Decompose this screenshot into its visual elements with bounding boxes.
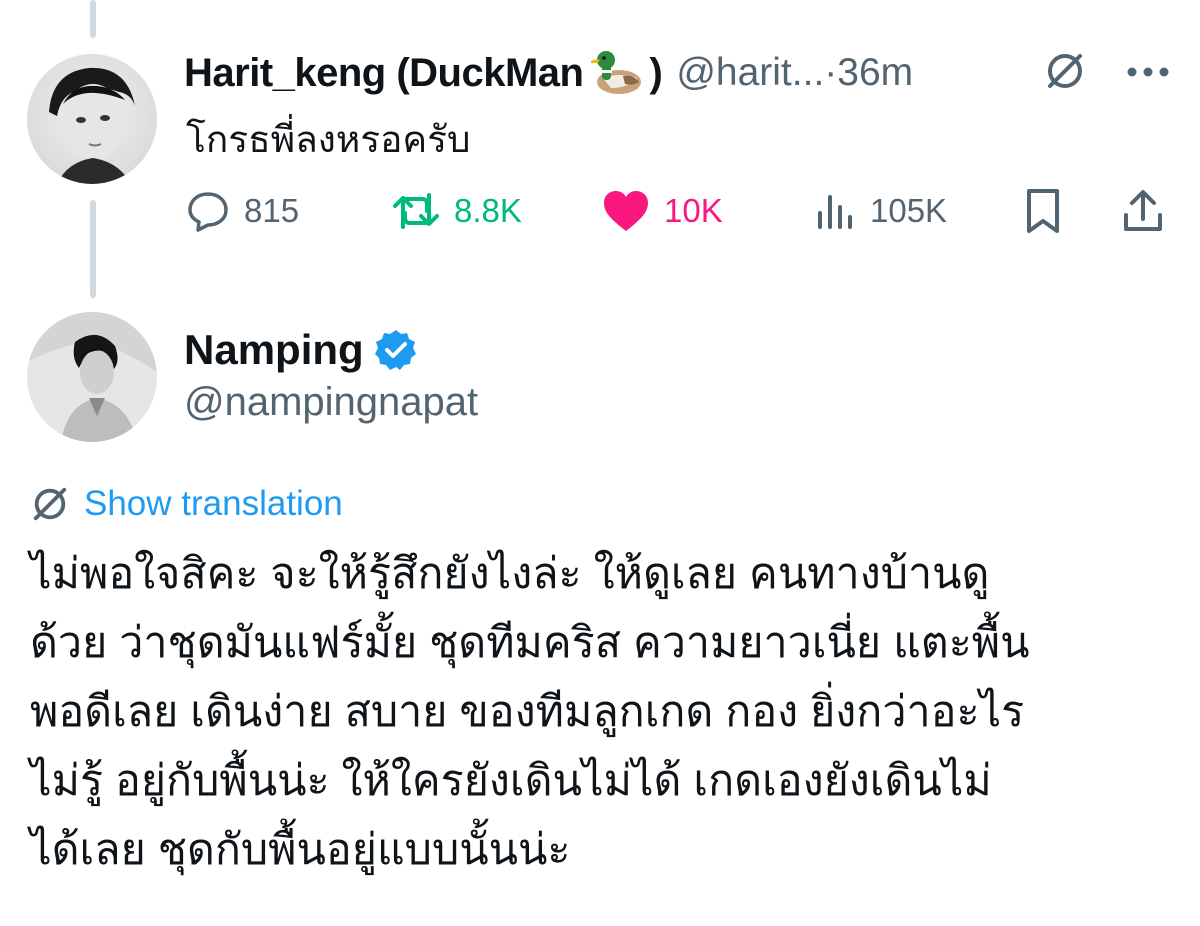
main-tweet-line: พอดีเลย เดินง่าย สบาย ของทีมลูกเกด กอง ย…: [30, 688, 1025, 736]
like-count: 10K: [664, 192, 723, 229]
bookmark-button[interactable]: [1024, 184, 1062, 238]
more-icon[interactable]: [1126, 65, 1170, 83]
duck-emoji: [589, 48, 645, 98]
like-button[interactable]: 10K: [602, 184, 723, 238]
main-tweet-name-row: Namping: [184, 326, 418, 374]
separator-dot: ·: [824, 51, 838, 94]
show-translation-button[interactable]: Show translation: [30, 484, 343, 524]
views-button[interactable]: 105K: [816, 184, 947, 238]
share-icon: [1124, 190, 1162, 231]
reply-icon: [188, 192, 228, 232]
views-count: 105K: [870, 192, 948, 229]
verified-badge-icon: [374, 330, 416, 370]
main-tweet-line: ไม่รู้ อยู่กับพื้นน่ะ ให้ใครยังเดินไม่ได…: [30, 757, 992, 805]
main-tweet-line: ไม่พอใจสิคะ จะให้รู้สึกยังไงล่ะ ให้ดูเลย…: [30, 550, 990, 598]
parent-display-name-end: ): [649, 50, 663, 95]
views-icon: [818, 195, 852, 229]
translate-icon: [33, 487, 67, 521]
heart-icon: [604, 191, 648, 231]
main-handle[interactable]: @nampingnapat: [184, 380, 478, 425]
thread-line-bottom: [90, 200, 96, 298]
retweet-button[interactable]: 8.8K: [392, 184, 522, 238]
thread-line-top: [90, 0, 96, 38]
reply-button[interactable]: 815: [186, 184, 299, 238]
avatar-namping[interactable]: [27, 312, 157, 442]
retweet-icon: [393, 193, 439, 229]
parent-display-name[interactable]: Harit_keng (DuckMan: [184, 51, 584, 96]
parent-action-bar: 815 8.8K 10K 105K: [186, 184, 1166, 238]
share-button[interactable]: [1122, 184, 1164, 238]
parent-handle[interactable]: @harit...: [676, 51, 824, 95]
show-translation-label[interactable]: Show translation: [84, 484, 343, 524]
parent-tweet-header: Harit_keng (DuckMan ) @harit... · 36m: [184, 48, 1014, 98]
main-display-name[interactable]: Namping: [184, 326, 364, 374]
main-tweet-line: ได้เลย ชุดกับพื้นอยู่แบบนั้นน่ะ: [30, 826, 571, 874]
main-tweet-text: ไม่พอใจสิคะ จะให้รู้สึกยังไงล่ะ ให้ดูเลย…: [30, 540, 1180, 885]
bookmark-icon: [1027, 189, 1059, 233]
main-tweet-line: ด้วย ว่าชุดมันแฟร์มั้ย ชุดทีมคริส ความยา…: [30, 619, 1030, 667]
retweet-count: 8.8K: [454, 192, 522, 229]
avatar-harit[interactable]: [27, 54, 157, 184]
reply-count: 815: [244, 192, 300, 229]
parent-header-icons: [1044, 50, 1170, 97]
grok-icon[interactable]: [1044, 50, 1086, 97]
parent-tweet-text: โกรธพี่ลงหรอครับ: [186, 119, 471, 160]
parent-timestamp[interactable]: 36m: [837, 51, 913, 95]
